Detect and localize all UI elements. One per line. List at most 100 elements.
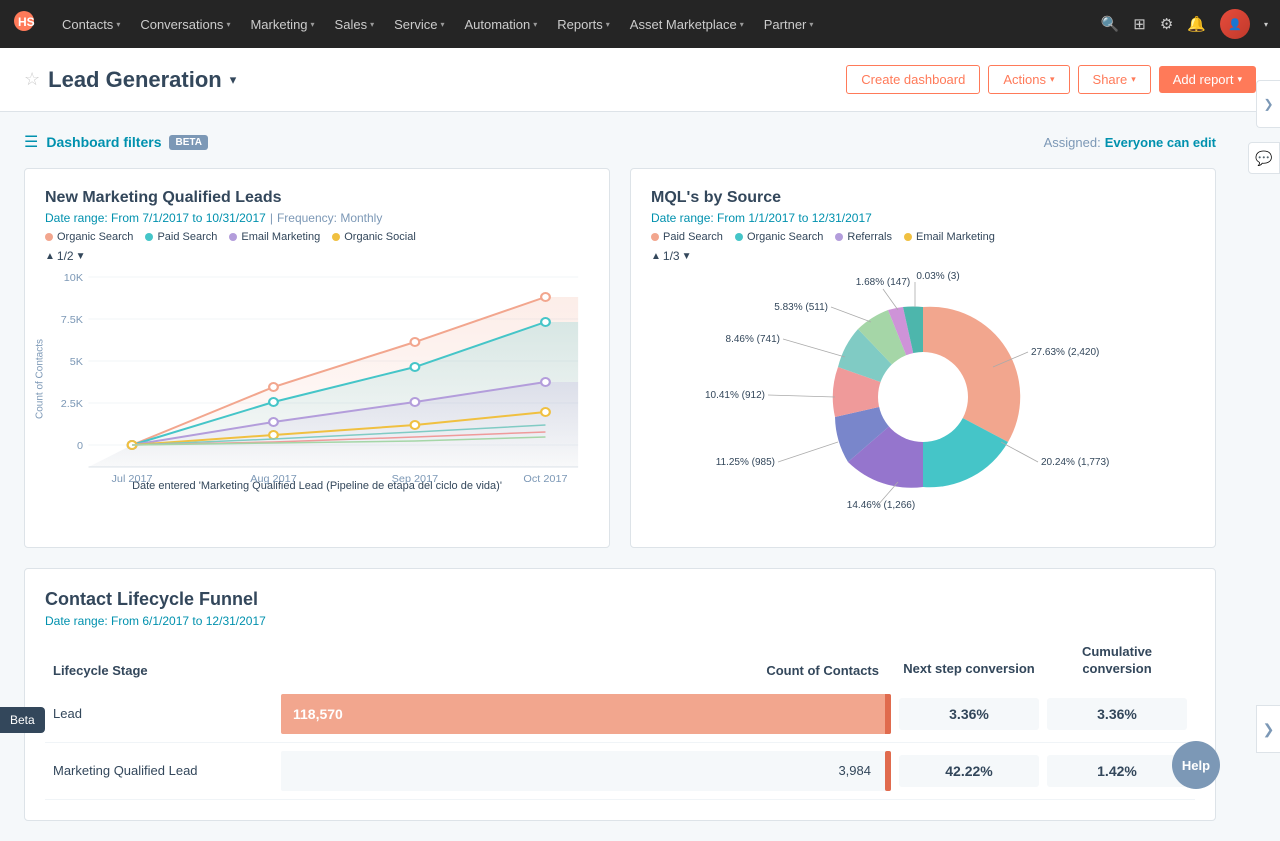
chart1-next-icon[interactable]: ▼ xyxy=(76,251,86,262)
grid-icon[interactable]: ⊞ xyxy=(1133,15,1146,33)
settings-icon[interactable]: ⚙ xyxy=(1160,15,1173,33)
col-stage: Lifecycle Stage xyxy=(53,663,273,678)
legend-paid-search: Paid Search xyxy=(651,231,723,243)
main-content: ☰ Dashboard filters BETA Assigned: Every… xyxy=(0,112,1240,841)
legend-item-paid-search: Paid Search xyxy=(145,231,217,243)
bar-mql: 3,984 xyxy=(281,751,891,791)
bar-lead: 118,570 xyxy=(281,694,891,734)
col-cumulative: Cumulative conversion xyxy=(1047,644,1187,678)
col-next: Next step conversion xyxy=(899,661,1039,678)
top-nav: HS Contacts▾ Conversations▾ Marketing▾ S… xyxy=(0,0,1280,48)
chart2-next-icon[interactable]: ▼ xyxy=(682,251,692,262)
nav-item-service[interactable]: Service▾ xyxy=(384,0,454,48)
cumulative-mql: 1.42% xyxy=(1047,755,1187,787)
sub-header: ☆ Lead Generation ▾ Create dashboard Act… xyxy=(0,48,1280,112)
chart1-page: 1/2 xyxy=(57,249,74,263)
nav-item-partner[interactable]: Partner▾ xyxy=(754,0,824,48)
legend-item-organic-search: Organic Search xyxy=(45,231,133,243)
sub-header-left: ☆ Lead Generation ▾ xyxy=(24,67,830,93)
svg-text:Oct 2017: Oct 2017 xyxy=(523,474,567,485)
svg-text:0.03% (3): 0.03% (3) xyxy=(916,271,959,282)
stage-mql: Marketing Qualified Lead xyxy=(53,763,273,778)
next-conversion-lead: 3.36% xyxy=(899,698,1039,730)
funnel-title: Contact Lifecycle Funnel xyxy=(45,589,1195,610)
share-button[interactable]: Share▾ xyxy=(1078,65,1151,94)
svg-text:HS: HS xyxy=(18,15,35,29)
nav-item-reports[interactable]: Reports▾ xyxy=(547,0,620,48)
create-dashboard-button[interactable]: Create dashboard xyxy=(846,65,980,94)
actions-button[interactable]: Actions▾ xyxy=(988,65,1069,94)
chart1-title: New Marketing Qualified Leads xyxy=(45,189,589,207)
dashboard-filters-label[interactable]: Dashboard filters xyxy=(46,134,161,150)
svg-text:14.46% (1,266): 14.46% (1,266) xyxy=(847,500,915,511)
assigned-section: Assigned: Everyone can edit xyxy=(1044,135,1216,150)
filters-icon: ☰ xyxy=(24,132,38,152)
hubspot-logo[interactable]: HS xyxy=(12,9,36,39)
chart2-pagination: ▲ 1/3 ▼ xyxy=(651,249,1195,263)
sub-header-actions: Create dashboard Actions▾ Share▾ Add rep… xyxy=(846,65,1256,94)
legend-email-marketing: Email Marketing xyxy=(904,231,995,243)
col-count: Count of Contacts xyxy=(281,663,891,678)
svg-text:5.83% (511): 5.83% (511) xyxy=(774,302,828,313)
filters-left: ☰ Dashboard filters BETA xyxy=(24,132,208,152)
svg-text:Sep 2017: Sep 2017 xyxy=(392,474,439,485)
svg-text:10K: 10K xyxy=(64,273,83,284)
nav-right: 🔍 ⊞ ⚙ 🔔 👤 ▾ xyxy=(1101,9,1268,39)
chart1-pagination: ▲ 1/2 ▼ xyxy=(45,249,589,263)
svg-text:Jul 2017: Jul 2017 xyxy=(111,474,152,485)
sidebar-collapse-button[interactable]: ❯ xyxy=(1256,80,1280,128)
user-caret[interactable]: ▾ xyxy=(1264,20,1268,29)
svg-text:20.24% (1,773): 20.24% (1,773) xyxy=(1041,457,1109,468)
chart2-prev-icon[interactable]: ▲ xyxy=(651,251,661,262)
search-icon[interactable]: 🔍 xyxy=(1101,15,1120,33)
svg-text:0: 0 xyxy=(77,441,83,452)
nav-item-automation[interactable]: Automation▾ xyxy=(454,0,547,48)
funnel-row-lead: Lead 118,570 3.36% 3.36% xyxy=(45,686,1195,743)
donut-chart-svg: .pie-label { font-size: 10px; fill: #334… xyxy=(683,267,1163,527)
add-report-button[interactable]: Add report▾ xyxy=(1159,66,1256,93)
nav-items: Contacts▾ Conversations▾ Marketing▾ Sale… xyxy=(52,0,1101,48)
pie-chart-container: .pie-label { font-size: 10px; fill: #334… xyxy=(651,267,1195,527)
nav-item-contacts[interactable]: Contacts▾ xyxy=(52,0,130,48)
legend-item-email-marketing: Email Marketing xyxy=(229,231,320,243)
legend-item-organic-social: Organic Social xyxy=(332,231,416,243)
nav-item-sales[interactable]: Sales▾ xyxy=(325,0,385,48)
help-button[interactable]: Help xyxy=(1172,741,1220,789)
chart2-page: 1/3 xyxy=(663,249,680,263)
next-page-button[interactable]: ❯ xyxy=(1256,705,1280,753)
nav-item-marketing[interactable]: Marketing▾ xyxy=(240,0,324,48)
beta-badge: BETA xyxy=(169,135,207,150)
svg-text:2.5K: 2.5K xyxy=(61,399,83,410)
chart1-prev-icon[interactable]: ▲ xyxy=(45,251,55,262)
svg-text:27.63% (2,420): 27.63% (2,420) xyxy=(1031,347,1099,358)
next-conversion-mql: 42.22% xyxy=(899,755,1039,787)
nav-item-conversations[interactable]: Conversations▾ xyxy=(130,0,240,48)
svg-text:5K: 5K xyxy=(70,357,83,368)
new-mql-card: New Marketing Qualified Leads Date range… xyxy=(24,168,610,548)
funnel-row-mql: Marketing Qualified Lead 3,984 42.22% 1.… xyxy=(45,743,1195,800)
legend-organic-search: Organic Search xyxy=(735,231,823,243)
mql-by-source-card: MQL's by Source Date range: From 1/1/201… xyxy=(630,168,1216,548)
user-avatar[interactable]: 👤 xyxy=(1220,9,1250,39)
chart1-date: Date range: From 7/1/2017 to 10/31/2017 … xyxy=(45,211,589,225)
chart2-legend: Paid Search Organic Search Referrals Ema… xyxy=(651,231,1195,243)
funnel-date: Date range: From 6/1/2017 to 12/31/2017 xyxy=(45,614,1195,628)
chat-widget[interactable]: 💬 xyxy=(1248,142,1280,174)
assigned-link[interactable]: Everyone can edit xyxy=(1105,135,1216,150)
title-dropdown-icon[interactable]: ▾ xyxy=(230,72,237,88)
svg-text:1.68% (147): 1.68% (147) xyxy=(856,277,910,288)
favorite-star-icon[interactable]: ☆ xyxy=(24,69,40,90)
svg-text:11.25% (985): 11.25% (985) xyxy=(716,457,775,468)
notifications-icon[interactable]: 🔔 xyxy=(1187,15,1206,33)
nav-item-asset-marketplace[interactable]: Asset Marketplace▾ xyxy=(620,0,754,48)
funnel-table-header: Lifecycle Stage Count of Contacts Next s… xyxy=(45,644,1195,678)
page-title: Lead Generation xyxy=(48,67,222,93)
line-chart-svg: 10K 7.5K 5K 2.5K 0 Jul 2017 Aug 2017 Sep… xyxy=(45,267,589,487)
svg-text:10.41% (912): 10.41% (912) xyxy=(705,390,765,401)
stage-lead: Lead xyxy=(53,706,273,721)
beta-tab[interactable]: Beta xyxy=(0,707,45,733)
legend-referrals: Referrals xyxy=(835,231,892,243)
svg-text:Aug 2017: Aug 2017 xyxy=(250,474,297,485)
filters-bar: ☰ Dashboard filters BETA Assigned: Every… xyxy=(24,132,1216,152)
svg-text:7.5K: 7.5K xyxy=(61,315,83,326)
